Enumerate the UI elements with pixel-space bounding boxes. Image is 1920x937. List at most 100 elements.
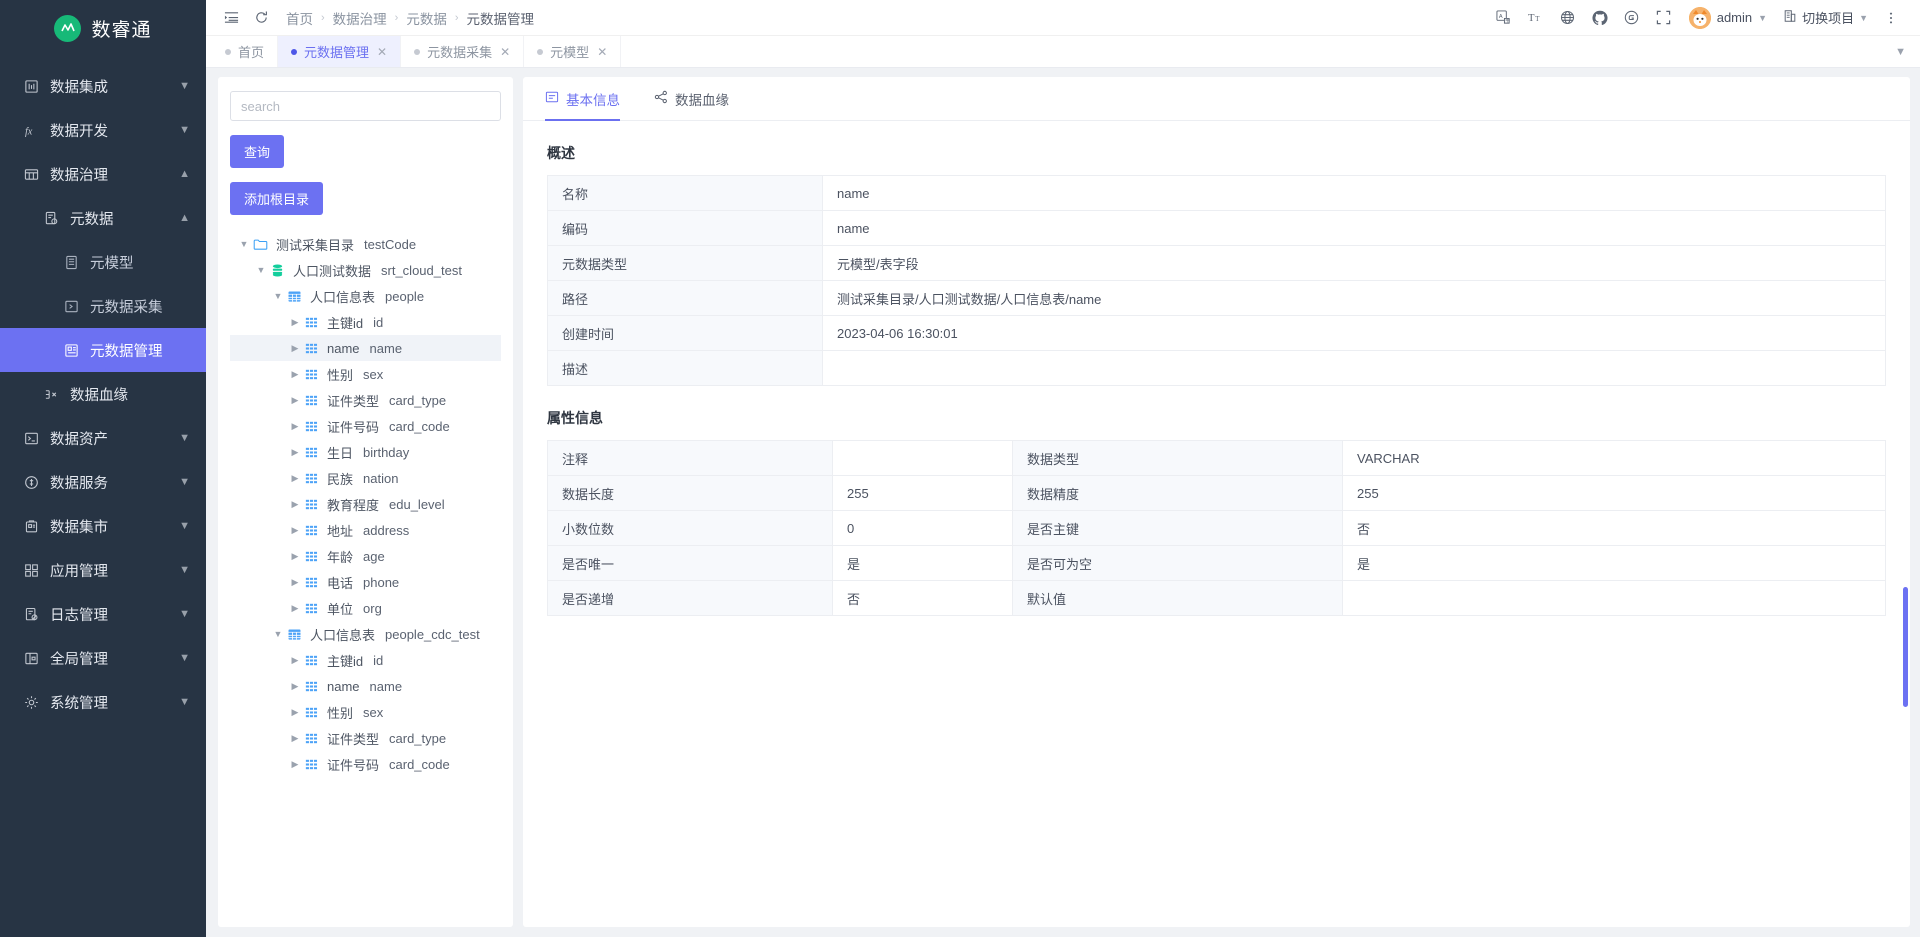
caret-down-icon[interactable]: ▼ xyxy=(270,291,286,301)
user-menu[interactable]: admin ▼ xyxy=(1681,6,1775,29)
caret-right-icon[interactable]: ▶ xyxy=(287,577,303,588)
attribute-value-2: 255 xyxy=(1342,475,1886,511)
more-vertical-icon[interactable] xyxy=(1876,3,1906,33)
sidebar-item-1[interactable]: fx 数据开发 ▼ xyxy=(0,108,206,152)
tree-node-14[interactable]: ▶ 单位 org xyxy=(230,595,501,621)
fullscreen-icon[interactable] xyxy=(1649,3,1679,33)
breadcrumb-item-2[interactable]: 元数据 xyxy=(406,8,447,28)
table-icon xyxy=(286,627,303,642)
caret-right-icon[interactable]: ▶ xyxy=(287,603,303,614)
tab-3[interactable]: 元模型 ✕ xyxy=(524,36,622,67)
sidebar-item-0[interactable]: 数据集成 ▼ xyxy=(0,64,206,108)
tab-1[interactable]: 元数据管理 ✕ xyxy=(278,36,402,67)
caret-down-icon[interactable]: ▼ xyxy=(270,629,286,639)
sidebar-item-9[interactable]: 数据服务 ▼ xyxy=(0,460,206,504)
breadcrumb-item-1[interactable]: 数据治理 xyxy=(333,8,387,28)
query-button[interactable]: 查询 xyxy=(230,135,285,168)
detail-tab-0[interactable]: 基本信息 xyxy=(545,77,620,121)
sidebar-item-14[interactable]: 系统管理 ▼ xyxy=(0,680,206,724)
sidebar-item-5[interactable]: 元数据采集 xyxy=(0,284,206,328)
globe-icon[interactable] xyxy=(1553,3,1583,33)
project-switch[interactable]: 切换项目 ▼ xyxy=(1777,8,1874,27)
github-icon[interactable] xyxy=(1585,3,1615,33)
tree-node-18[interactable]: ▶ 性别 sex xyxy=(230,699,501,725)
tree-node-code: card_type xyxy=(389,730,447,746)
tree-node-5[interactable]: ▶ 性别 sex xyxy=(230,361,501,387)
tree-node-16[interactable]: ▶ 主键id id xyxy=(230,647,501,673)
column-icon xyxy=(303,653,320,668)
sidebar-item-label: 数据治理 xyxy=(50,167,108,184)
tree-node-2[interactable]: ▼ 人口信息表 people xyxy=(230,283,501,309)
font-size-icon[interactable]: TT xyxy=(1521,3,1551,33)
attribute-value-2: 是 xyxy=(1342,545,1886,581)
search-input[interactable] xyxy=(230,91,501,121)
caret-right-icon[interactable]: ▶ xyxy=(287,473,303,484)
menu-fold-icon[interactable] xyxy=(216,3,246,33)
caret-right-icon[interactable]: ▶ xyxy=(287,343,303,354)
tab-2[interactable]: 元数据采集 ✕ xyxy=(401,36,525,67)
tree-node-4[interactable]: ▶ name name xyxy=(230,335,501,361)
tree-node-7[interactable]: ▶ 证件号码 card_code xyxy=(230,413,501,439)
caret-right-icon[interactable]: ▶ xyxy=(287,447,303,458)
market-icon xyxy=(22,519,40,534)
tree-node-1[interactable]: ▼ 人口测试数据 srt_cloud_test xyxy=(230,257,501,283)
tree-node-code: edu_level xyxy=(389,496,445,512)
translate-icon[interactable]: A中 xyxy=(1489,3,1519,33)
caret-right-icon[interactable]: ▶ xyxy=(287,499,303,510)
sidebar-item-11[interactable]: 应用管理 ▼ xyxy=(0,548,206,592)
sidebar-item-2[interactable]: 数据治理 ▲ xyxy=(0,152,206,196)
scrollbar-thumb[interactable] xyxy=(1903,587,1908,707)
tree-node-19[interactable]: ▶ 证件类型 card_type xyxy=(230,725,501,751)
caret-right-icon[interactable]: ▶ xyxy=(287,733,303,744)
sidebar-item-3[interactable]: 元数据 ▲ xyxy=(0,196,206,240)
sidebar-item-8[interactable]: 数据资产 ▼ xyxy=(0,416,206,460)
close-icon[interactable]: ✕ xyxy=(377,45,387,59)
close-icon[interactable]: ✕ xyxy=(597,45,607,59)
tree-node-10[interactable]: ▶ 教育程度 edu_level xyxy=(230,491,501,517)
sidebar-item-12[interactable]: 日志管理 ▼ xyxy=(0,592,206,636)
sidebar-item-10[interactable]: 数据集市 ▼ xyxy=(0,504,206,548)
sidebar-item-13[interactable]: 全局管理 ▼ xyxy=(0,636,206,680)
brand-logo[interactable]: 数睿通 xyxy=(0,0,206,56)
tabbar-chevron-down-icon[interactable]: ▼ xyxy=(1895,36,1920,67)
sidebar-item-4[interactable]: 元模型 xyxy=(0,240,206,284)
sidebar-item-6[interactable]: 元数据管理 xyxy=(0,328,206,372)
caret-down-icon[interactable]: ▼ xyxy=(236,239,252,249)
tree-node-13[interactable]: ▶ 电话 phone xyxy=(230,569,501,595)
breadcrumb-item-0[interactable]: 首页 xyxy=(286,8,313,28)
refresh-icon[interactable] xyxy=(246,3,276,33)
breadcrumb-item-3[interactable]: 元数据管理 xyxy=(467,8,535,28)
caret-right-icon[interactable]: ▶ xyxy=(287,525,303,536)
sidebar-item-7[interactable]: 数据血缘 xyxy=(0,372,206,416)
caret-right-icon[interactable]: ▶ xyxy=(287,369,303,380)
chevron-down-icon: ▼ xyxy=(179,476,190,488)
caret-down-icon[interactable]: ▼ xyxy=(253,265,269,275)
caret-right-icon[interactable]: ▶ xyxy=(287,421,303,432)
tree-node-15[interactable]: ▼ 人口信息表 people_cdc_test xyxy=(230,621,501,647)
tree-node-3[interactable]: ▶ 主键id id xyxy=(230,309,501,335)
caret-right-icon[interactable]: ▶ xyxy=(287,551,303,562)
caret-right-icon[interactable]: ▶ xyxy=(287,681,303,692)
gitee-icon[interactable] xyxy=(1617,3,1647,33)
tree-node-0[interactable]: ▼ 测试采集目录 testCode xyxy=(230,231,501,257)
caret-right-icon[interactable]: ▶ xyxy=(287,759,303,770)
detail-tab-1[interactable]: 数据血缘 xyxy=(654,77,729,120)
tree-node-17[interactable]: ▶ name name xyxy=(230,673,501,699)
caret-right-icon[interactable]: ▶ xyxy=(287,395,303,406)
attributes-title: 属性信息 xyxy=(547,410,603,426)
caret-right-icon[interactable]: ▶ xyxy=(287,707,303,718)
tree-node-11[interactable]: ▶ 地址 address xyxy=(230,517,501,543)
close-icon[interactable]: ✕ xyxy=(500,45,510,59)
service-icon xyxy=(22,475,40,490)
attribute-label-1: 是否递增 xyxy=(547,580,833,616)
add-root-button[interactable]: 添加根目录 xyxy=(230,182,324,215)
tree-node-9[interactable]: ▶ 民族 nation xyxy=(230,465,501,491)
caret-right-icon[interactable]: ▶ xyxy=(287,317,303,328)
caret-right-icon[interactable]: ▶ xyxy=(287,655,303,666)
tree-node-8[interactable]: ▶ 生日 birthday xyxy=(230,439,501,465)
tree-node-12[interactable]: ▶ 年龄 age xyxy=(230,543,501,569)
tab-0[interactable]: 首页 xyxy=(212,36,279,67)
tree-node-20[interactable]: ▶ 证件号码 card_code xyxy=(230,751,501,777)
tree-node-6[interactable]: ▶ 证件类型 card_type xyxy=(230,387,501,413)
overview-row-label: 描述 xyxy=(547,350,823,386)
